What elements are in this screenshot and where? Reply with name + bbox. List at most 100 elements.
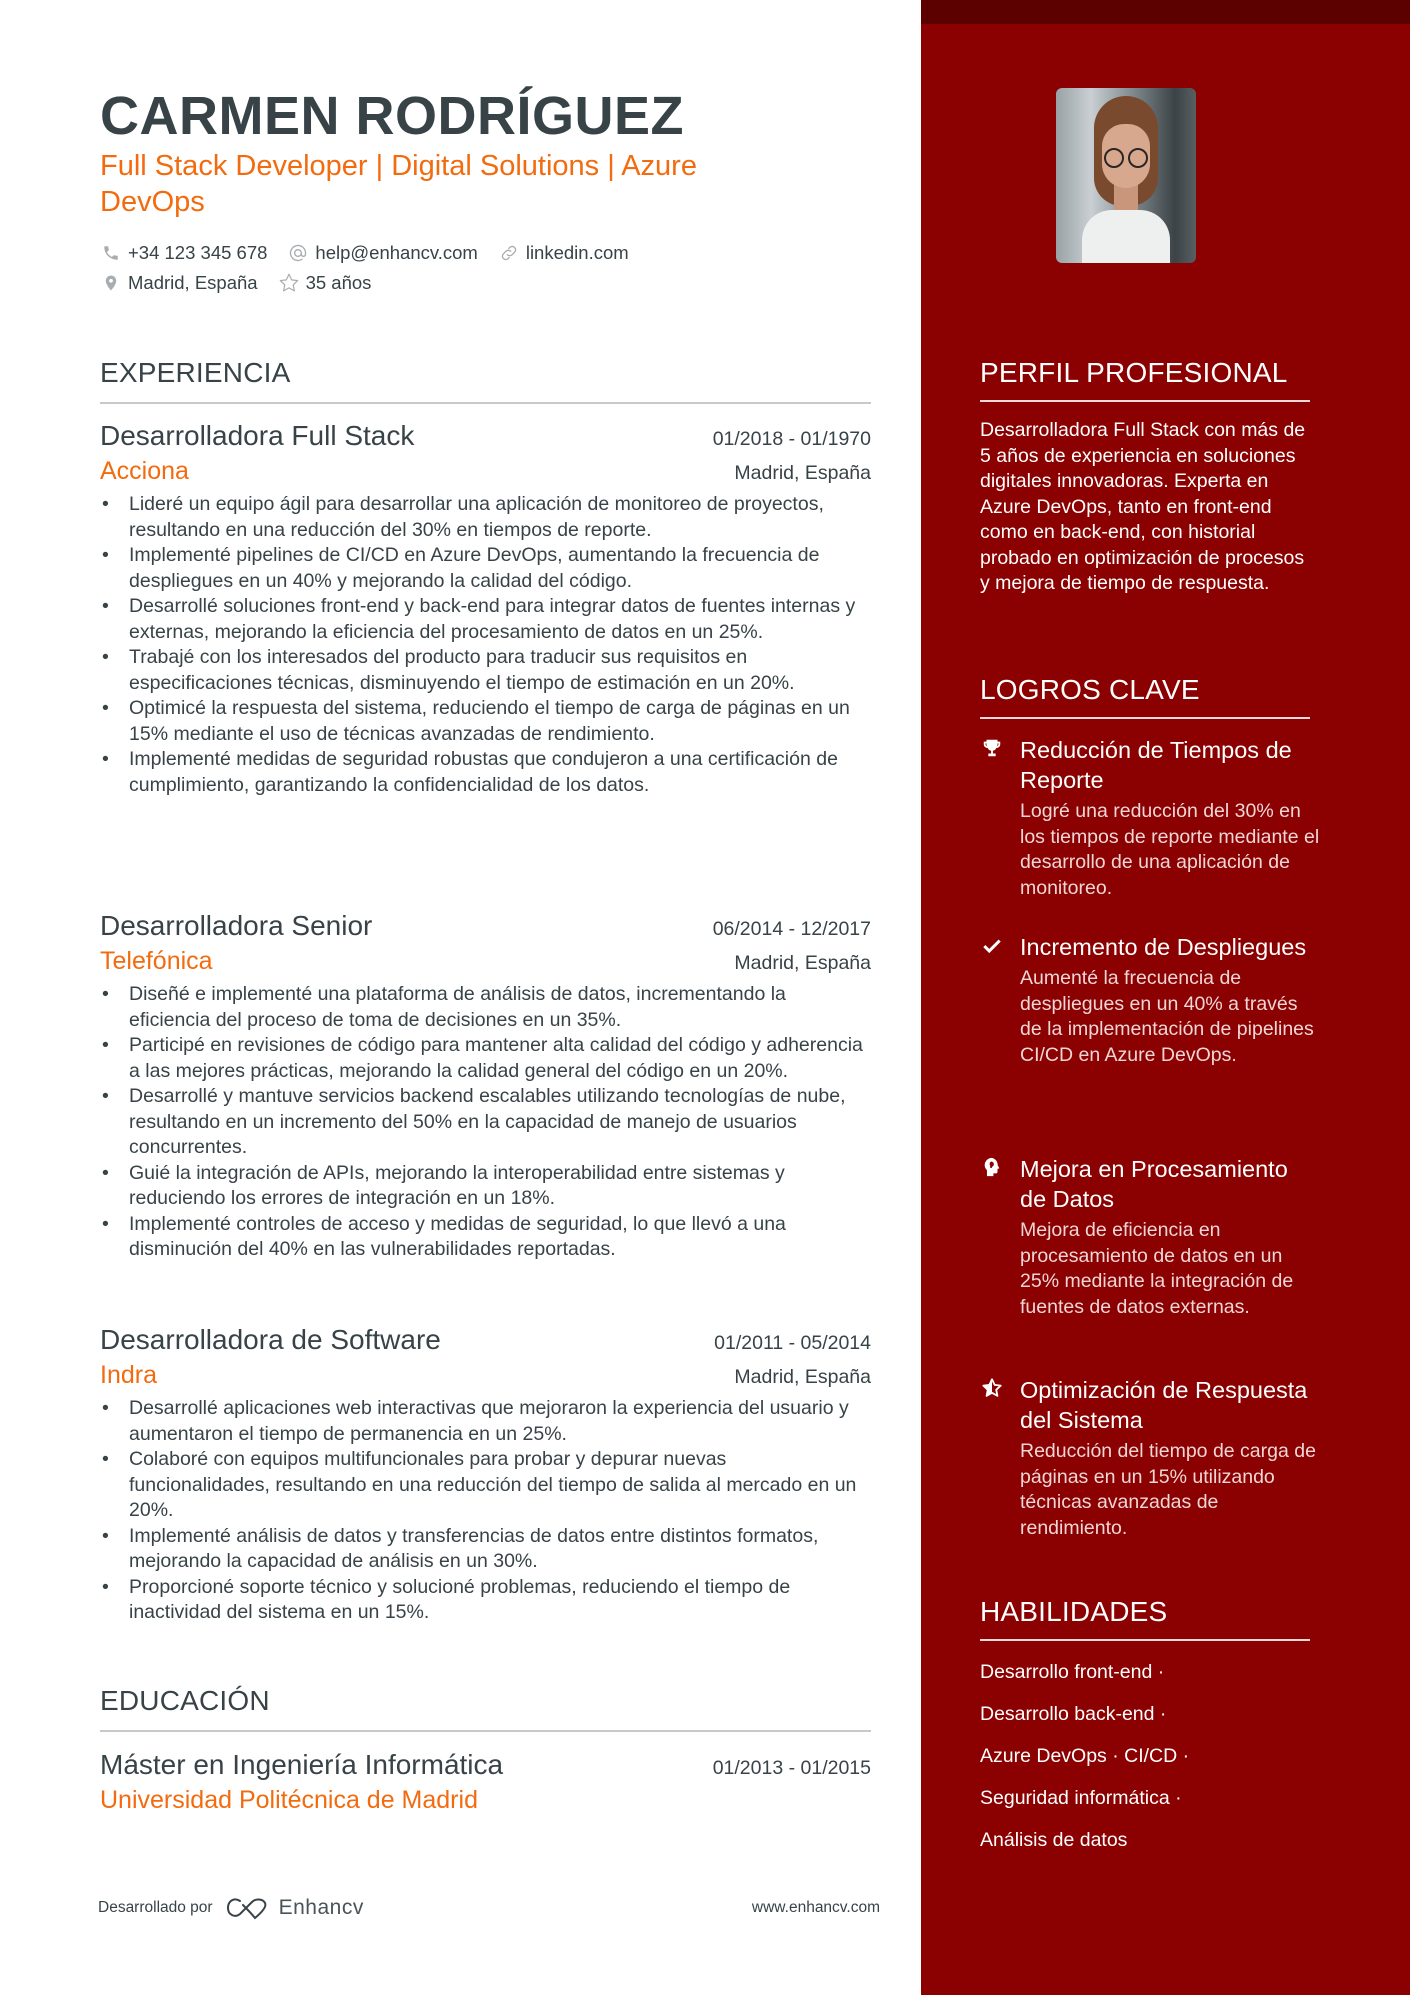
enhancv-logo[interactable]: Enhancv: [225, 1895, 364, 1921]
contact-linkedin-text[interactable]: linkedin.com: [526, 242, 629, 264]
contact-phone-text: +34 123 345 678: [128, 242, 268, 263]
profile-photo: [1056, 88, 1196, 263]
job-entry: Desarrolladora Full Stack 01/2018 - 01/1…: [100, 418, 871, 798]
footer: Desarrollado por Enhancv www.enhancv.com: [98, 1893, 880, 1923]
achievement-description: Logré una reducción del 30% en los tiemp…: [1020, 800, 1320, 899]
contact-info: +34 123 345 678 help@enhancv.com linkedi…: [100, 238, 820, 298]
job-bullet: Optimicé la respuesta del sistema, reduc…: [100, 696, 871, 747]
section-divider: [980, 717, 1310, 719]
job-company: Indra: [100, 1361, 157, 1389]
education-dates: 01/2013 - 01/2015: [712, 1757, 871, 1779]
achievement-item: Optimización de Respuesta del Sistema Re…: [980, 1375, 1320, 1541]
job-bullet: Proporcioné soporte técnico y solucioné …: [100, 1575, 871, 1626]
skills-heading: HABILIDADES: [980, 1596, 1168, 1627]
job-bullets: Desarrollé aplicaciones web interactivas…: [100, 1396, 871, 1626]
job-title: Desarrolladora Full Stack: [100, 420, 415, 451]
job-location: Madrid, España: [734, 462, 871, 484]
footer-brand: Enhancv: [278, 1896, 364, 1919]
achievements-section: LOGROS CLAVE: [980, 673, 1310, 719]
job-location: Madrid, España: [734, 1366, 871, 1388]
section-divider: [100, 402, 871, 404]
job-dates: 01/2011 - 05/2014: [714, 1332, 871, 1354]
contact-age: 35 años: [278, 272, 372, 294]
job-bullet: Guié la integración de APIs, mejorando l…: [100, 1161, 871, 1212]
skills-section: HABILIDADES: [980, 1595, 1310, 1641]
job-title: Desarrolladora de Software: [100, 1324, 441, 1355]
job-bullet: Diseñé e implementé una plataforma de an…: [100, 982, 871, 1033]
job-dates: 06/2014 - 12/2017: [712, 918, 871, 940]
contact-email[interactable]: help@enhancv.com: [287, 242, 478, 264]
sidebar: PERFIL PROFESIONAL Desarrolladora Full S…: [921, 0, 1410, 1995]
at-icon: [287, 242, 309, 264]
profile-heading: PERFIL PROFESIONAL: [980, 357, 1288, 388]
job-bullet: Colaboré con equipos multifuncionales pa…: [100, 1447, 871, 1524]
education-heading: EDUCACIÓN: [100, 1685, 270, 1716]
job-bullet: Implementé análisis de datos y transfere…: [100, 1524, 871, 1575]
job-bullet: Implementé controles de acceso y medidas…: [100, 1212, 871, 1263]
education-entry: Máster en Ingeniería Informática 01/2013…: [100, 1747, 871, 1817]
experience-heading: EXPERIENCIA: [100, 357, 291, 388]
contact-email-text[interactable]: help@enhancv.com: [315, 242, 477, 264]
candidate-name: CARMEN RODRÍGUEZ: [100, 86, 684, 146]
section-divider: [100, 1730, 871, 1732]
profile-summary: Desarrolladora Full Stack con más de 5 a…: [980, 419, 1306, 594]
checkmark-icon: [980, 934, 1004, 958]
job-bullet: Desarrollé y mantuve servicios backend e…: [100, 1084, 871, 1161]
contact-location: Madrid, España: [100, 272, 258, 294]
sidebar-top-band: [921, 0, 1410, 24]
skill-item: Seguridad informática ·: [980, 1787, 1182, 1809]
skill-item: Desarrollo front-end ·: [980, 1661, 1165, 1683]
achievements-heading: LOGROS CLAVE: [980, 674, 1200, 705]
achievement-item: Mejora en Procesamiento de Datos Mejora …: [980, 1154, 1320, 1320]
achievement-description: Reducción del tiempo de carga de páginas…: [1020, 1440, 1316, 1539]
footer-website[interactable]: www.enhancv.com: [752, 1899, 880, 1917]
education-degree: Máster en Ingeniería Informática: [100, 1749, 504, 1780]
job-entry: Desarrolladora Senior 06/2014 - 12/2017 …: [100, 908, 871, 1263]
job-company: Telefónica: [100, 947, 213, 975]
candidate-tagline: Full Stack Developer | Digital Solutions…: [100, 150, 697, 218]
job-title: Desarrolladora Senior: [100, 910, 373, 941]
achievement-description: Mejora de eficiencia en procesamiento de…: [1020, 1219, 1294, 1318]
job-dates: 01/2018 - 01/1970: [712, 428, 871, 450]
achievement-title: Incremento de Despliegues: [1020, 934, 1307, 960]
achievement-title: Reducción de Tiempos de Reporte: [1020, 737, 1292, 793]
achievement-item: Reducción de Tiempos de Reporte Logré un…: [980, 735, 1320, 901]
education-section-header: EDUCACIÓN: [100, 1684, 871, 1732]
job-location: Madrid, España: [734, 952, 871, 974]
achievement-title: Mejora en Procesamiento de Datos: [1020, 1156, 1288, 1212]
contact-phone: +34 123 345 678: [100, 242, 267, 264]
skill-item: Azure DevOps · CI/CD ·: [980, 1745, 1190, 1767]
experience-section-header: EXPERIENCIA: [100, 356, 871, 404]
education-school: Universidad Politécnica de Madrid: [100, 1786, 478, 1814]
job-bullet: Desarrollé soluciones front-end y back-e…: [100, 594, 871, 645]
job-bullet: Trabajé con los interesados del producto…: [100, 645, 871, 696]
achievement-title: Optimización de Respuesta del Sistema: [1020, 1377, 1308, 1433]
contact-location-text: Madrid, España: [128, 272, 258, 293]
profile-section: PERFIL PROFESIONAL Desarrolladora Full S…: [980, 356, 1310, 597]
link-icon: [498, 242, 520, 264]
job-bullet: Participé en revisiones de código para m…: [100, 1033, 871, 1084]
job-bullet: Implementé pipelines de CI/CD en Azure D…: [100, 543, 871, 594]
job-bullet: Lideré un equipo ágil para desarrollar u…: [100, 492, 871, 543]
job-bullets: Lideré un equipo ágil para desarrollar u…: [100, 492, 871, 798]
section-divider: [980, 400, 1310, 402]
achievement-description: Aumenté la frecuencia de despliegues en …: [1020, 967, 1314, 1066]
skill-item: Desarrollo back-end ·: [980, 1703, 1167, 1725]
section-divider: [980, 1639, 1310, 1641]
job-bullets: Diseñé e implementé una plataforma de an…: [100, 982, 871, 1263]
achievement-item: Incremento de Despliegues Aumenté la fre…: [980, 932, 1320, 1068]
contact-linkedin[interactable]: linkedin.com: [498, 242, 629, 264]
footer-powered-by: Desarrollado por: [98, 1899, 213, 1916]
phone-icon: [100, 242, 122, 264]
job-entry: Desarrolladora de Software 01/2011 - 05/…: [100, 1322, 871, 1626]
contact-age-text: 35 años: [305, 272, 372, 293]
trophy-icon: [980, 737, 1004, 761]
job-company: Acciona: [100, 457, 189, 485]
job-bullet: Implementé medidas de seguridad robustas…: [100, 747, 871, 798]
half-star-icon: [980, 1377, 1004, 1401]
skill-item: Análisis de datos: [980, 1829, 1128, 1851]
enhancv-logo-icon: [226, 1898, 266, 1920]
job-bullet: Desarrollé aplicaciones web interactivas…: [100, 1396, 871, 1447]
star-icon: [278, 272, 300, 294]
location-pin-icon: [100, 272, 122, 294]
